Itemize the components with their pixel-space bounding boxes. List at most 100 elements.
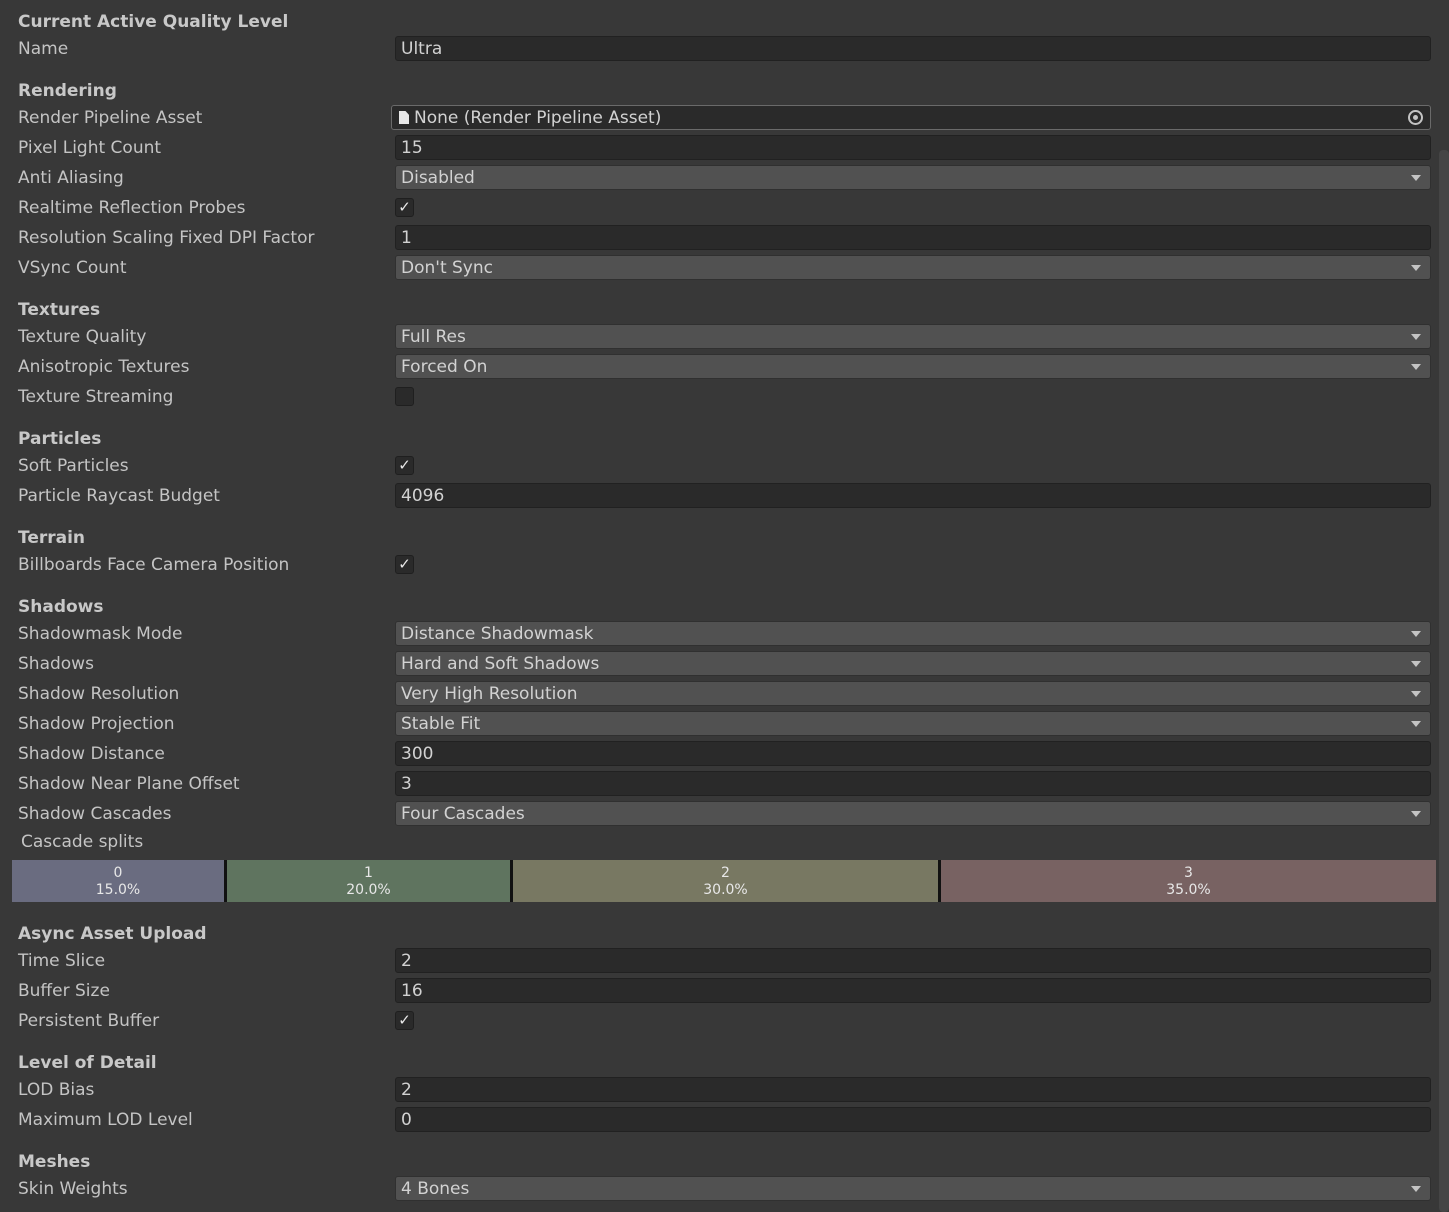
realtime-reflection-probes-label: Realtime Reflection Probes (18, 198, 246, 218)
particle-raycast-budget-field[interactable]: 4096 (395, 483, 1431, 508)
render-pipeline-asset-field[interactable]: None (Render Pipeline Asset) (391, 105, 1431, 130)
section-header-shadows: Shadows (18, 597, 104, 617)
vsync-count-value: Don't Sync (401, 258, 493, 278)
skin-weights-label: Skin Weights (18, 1179, 128, 1199)
cascade-index: 1 (364, 865, 373, 881)
chevron-down-icon (1411, 175, 1421, 181)
shadow-resolution-label: Shadow Resolution (18, 684, 180, 704)
chevron-down-icon (1411, 691, 1421, 697)
section-header-rendering: Rendering (18, 81, 117, 101)
shadowmask-mode-value: Distance Shadowmask (401, 624, 594, 644)
shadow-resolution-value: Very High Resolution (401, 684, 578, 704)
checkmark-icon: ✓ (398, 198, 411, 216)
cascade-segment[interactable]: 1 20.0% (227, 860, 510, 902)
checkmark-icon: ✓ (398, 555, 411, 573)
render-pipeline-asset-label: Render Pipeline Asset (18, 108, 203, 128)
section-header-particles: Particles (18, 429, 102, 449)
chevron-down-icon (1411, 364, 1421, 370)
anti-aliasing-value: Disabled (401, 168, 475, 188)
shadow-cascades-label: Shadow Cascades (18, 804, 172, 824)
texture-streaming-label: Texture Streaming (18, 387, 174, 407)
skin-weights-value: 4 Bones (401, 1179, 470, 1199)
shadow-distance-label: Shadow Distance (18, 744, 165, 764)
cascade-segment[interactable]: 2 30.0% (513, 860, 938, 902)
cascade-splits-bar[interactable]: 0 15.0% 1 20.0% 2 30.0% 3 35.0% (12, 860, 1436, 902)
shadow-resolution-dropdown[interactable]: Very High Resolution (395, 681, 1431, 706)
shadow-distance-field[interactable]: 300 (395, 741, 1431, 766)
time-slice-label: Time Slice (18, 951, 106, 971)
checkmark-icon: ✓ (398, 456, 411, 474)
cascade-index: 3 (1184, 865, 1193, 881)
resolution-scaling-field[interactable]: 1 (395, 225, 1431, 250)
cascade-segment[interactable]: 3 35.0% (941, 860, 1436, 902)
maximum-lod-level-field[interactable]: 0 (395, 1107, 1431, 1132)
cascade-splits-label: Cascade splits (21, 832, 144, 852)
texture-quality-value: Full Res (401, 327, 466, 347)
shadow-cascades-dropdown[interactable]: Four Cascades (395, 801, 1431, 826)
section-header-async-asset-upload: Async Asset Upload (18, 924, 207, 944)
anisotropic-textures-value: Forced On (401, 357, 488, 377)
vsync-count-label: VSync Count (18, 258, 127, 278)
name-field[interactable]: Ultra (395, 36, 1431, 61)
cascade-percent: 30.0% (703, 882, 748, 898)
shadows-label: Shadows (18, 654, 94, 674)
shadows-dropdown[interactable]: Hard and Soft Shadows (395, 651, 1431, 676)
buffer-size-label: Buffer Size (18, 981, 110, 1001)
lod-bias-label: LOD Bias (18, 1080, 95, 1100)
chevron-down-icon (1411, 811, 1421, 817)
section-header-current-quality: Current Active Quality Level (18, 12, 289, 32)
vsync-count-dropdown[interactable]: Don't Sync (395, 255, 1431, 280)
soft-particles-label: Soft Particles (18, 456, 129, 476)
maximum-lod-level-label: Maximum LOD Level (18, 1110, 193, 1130)
persistent-buffer-label: Persistent Buffer (18, 1011, 160, 1031)
chevron-down-icon (1411, 661, 1421, 667)
soft-particles-checkbox[interactable]: ✓ (395, 456, 414, 475)
object-picker-icon[interactable] (1408, 110, 1423, 125)
texture-quality-dropdown[interactable]: Full Res (395, 324, 1431, 349)
shadow-near-plane-offset-label: Shadow Near Plane Offset (18, 774, 240, 794)
section-header-textures: Textures (18, 300, 101, 320)
shadow-cascades-value: Four Cascades (401, 804, 525, 824)
chevron-down-icon (1411, 631, 1421, 637)
shadows-value: Hard and Soft Shadows (401, 654, 600, 674)
realtime-reflection-probes-checkbox[interactable]: ✓ (395, 198, 414, 217)
buffer-size-field[interactable]: 16 (395, 978, 1431, 1003)
section-header-meshes: Meshes (18, 1152, 91, 1172)
doc-icon (399, 111, 409, 124)
chevron-down-icon (1411, 721, 1421, 727)
chevron-down-icon (1411, 334, 1421, 340)
texture-quality-label: Texture Quality (18, 327, 147, 347)
shadowmask-mode-dropdown[interactable]: Distance Shadowmask (395, 621, 1431, 646)
anisotropic-textures-dropdown[interactable]: Forced On (395, 354, 1431, 379)
cascade-index: 0 (113, 865, 123, 881)
anti-aliasing-dropdown[interactable]: Disabled (395, 165, 1431, 190)
checkmark-icon: ✓ (398, 1011, 411, 1029)
shadow-projection-value: Stable Fit (401, 714, 481, 734)
persistent-buffer-checkbox[interactable]: ✓ (395, 1011, 414, 1030)
shadow-projection-dropdown[interactable]: Stable Fit (395, 711, 1431, 736)
time-slice-field[interactable]: 2 (395, 948, 1431, 973)
section-header-terrain: Terrain (18, 528, 86, 548)
pixel-light-count-field[interactable]: 15 (395, 135, 1431, 160)
render-pipeline-asset-value: None (Render Pipeline Asset) (414, 108, 662, 128)
texture-streaming-checkbox[interactable] (395, 387, 414, 406)
section-header-level-of-detail: Level of Detail (18, 1053, 157, 1073)
pixel-light-count-label: Pixel Light Count (18, 138, 162, 158)
name-label: Name (18, 39, 69, 59)
lod-bias-field[interactable]: 2 (395, 1077, 1431, 1102)
vertical-scrollbar[interactable] (1439, 150, 1449, 1212)
cascade-segment[interactable]: 0 15.0% (12, 860, 224, 902)
cascade-index: 2 (721, 865, 730, 881)
shadowmask-mode-label: Shadowmask Mode (18, 624, 183, 644)
cascade-percent: 15.0% (95, 882, 141, 898)
skin-weights-dropdown[interactable]: 4 Bones (395, 1176, 1431, 1201)
anti-aliasing-label: Anti Aliasing (18, 168, 124, 188)
resolution-scaling-label: Resolution Scaling Fixed DPI Factor (18, 228, 315, 248)
anisotropic-textures-label: Anisotropic Textures (18, 357, 190, 377)
chevron-down-icon (1411, 1186, 1421, 1192)
shadow-projection-label: Shadow Projection (18, 714, 175, 734)
particle-raycast-budget-label: Particle Raycast Budget (18, 486, 220, 506)
chevron-down-icon (1411, 265, 1421, 271)
billboards-face-camera-checkbox[interactable]: ✓ (395, 555, 414, 574)
shadow-near-plane-offset-field[interactable]: 3 (395, 771, 1431, 796)
